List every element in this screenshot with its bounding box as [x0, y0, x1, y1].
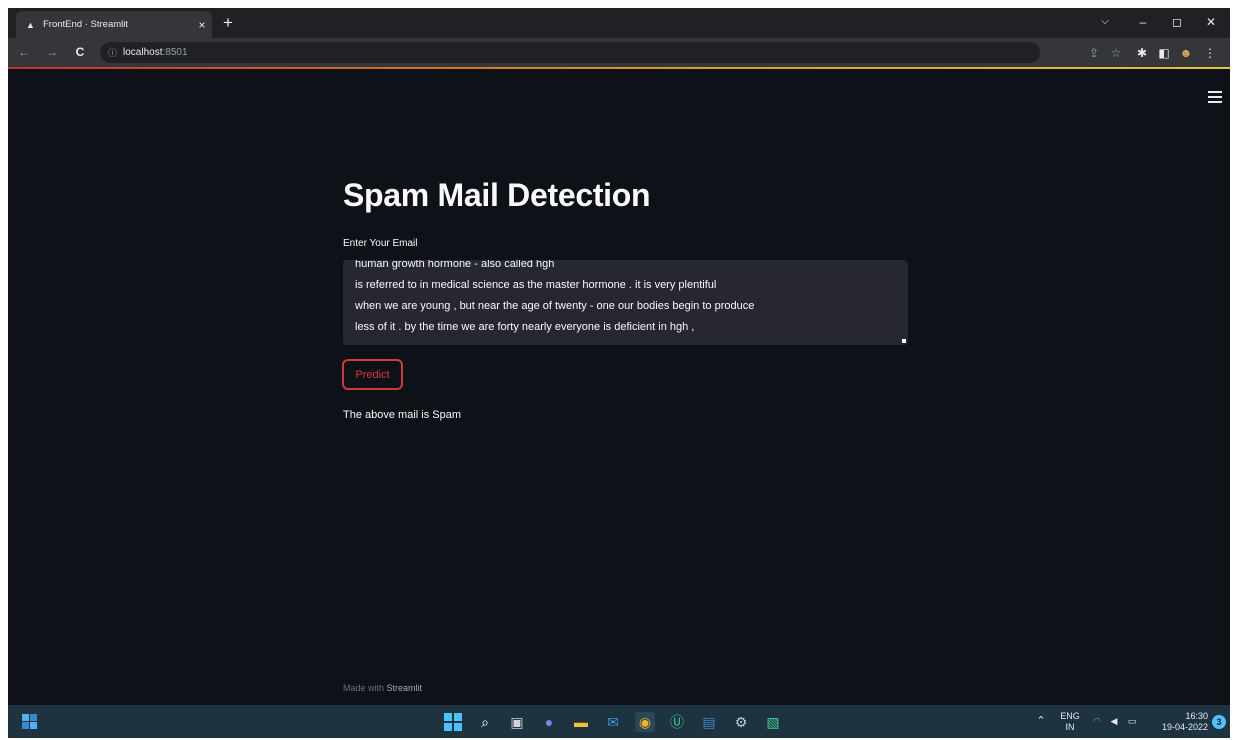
email-input-label: Enter Your Email	[343, 238, 418, 249]
minimize-button[interactable]: –	[1126, 8, 1160, 38]
wifi-icon[interactable]: ◠	[1090, 705, 1104, 738]
share-icon[interactable]: ⇪	[1086, 45, 1102, 61]
url-port: :8501	[162, 47, 188, 58]
close-window-button[interactable]: ✕	[1194, 8, 1228, 38]
clock-date: 19-04-2022	[1161, 721, 1208, 732]
reload-icon[interactable]: C	[70, 42, 90, 62]
pycharm-icon[interactable]: ▧	[763, 712, 783, 732]
site-info-icon[interactable]: ⓘ	[108, 46, 117, 59]
page-title: Spam Mail Detection	[343, 177, 651, 213]
upwork-icon[interactable]: Ⓤ	[667, 712, 687, 732]
search-icon[interactable]: ⌕	[475, 712, 495, 732]
screen: ▲ FrontEnd · Streamlit × + ⌵ – ◻ ✕ ← → C…	[8, 8, 1230, 738]
browser-tab[interactable]: ▲ FrontEnd · Streamlit ×	[16, 11, 212, 38]
url-host: localhost	[123, 47, 163, 58]
email-textarea[interactable]: human growth hormone - also called hgh i…	[343, 260, 908, 345]
browser-toolbar: ← → C ⓘ localhost:8501 ⇪ ☆ ✱ ◧ ☻ ⋮	[8, 38, 1230, 67]
address-bar[interactable]: ⓘ localhost:8501	[100, 42, 1040, 63]
windows-taskbar: ⌕ ▣ ● ▬ ✉ ◉ Ⓤ ▤ ⚙ ▧ ⌃ ENG IN ◠ ◀ ▭ 16:30…	[8, 705, 1230, 738]
tab-search-dropdown-icon[interactable]: ⌵	[1088, 8, 1122, 38]
footer: Made with Streamlit	[343, 683, 422, 693]
windows-start-icon[interactable]	[443, 712, 463, 732]
profile-avatar-icon[interactable]: ☻	[1178, 45, 1194, 61]
clock[interactable]: 16:30 19-04-2022	[1148, 705, 1208, 738]
settings-gear-icon[interactable]: ⚙	[731, 712, 751, 732]
new-tab-button[interactable]: +	[218, 13, 238, 33]
extensions-puzzle-icon[interactable]: ✱	[1134, 45, 1150, 61]
notification-badge[interactable]: 3	[1212, 715, 1226, 729]
browser-tab-bar: ▲ FrontEnd · Streamlit × + ⌵ – ◻ ✕	[8, 8, 1230, 38]
email-text-line: is referred to in medical science as the…	[355, 279, 717, 291]
language-indicator[interactable]: ENG IN	[1056, 705, 1084, 738]
predict-button[interactable]: Predict	[342, 359, 403, 390]
textarea-resize-handle[interactable]	[902, 339, 906, 343]
prediction-result: The above mail is Spam	[343, 409, 461, 421]
side-panel-icon[interactable]: ◧	[1156, 45, 1172, 61]
region-code: IN	[1065, 721, 1075, 732]
show-hidden-icons-chevron-icon[interactable]: ⌃	[1034, 705, 1048, 738]
footer-prefix: Made with	[343, 683, 387, 693]
tab-title: FrontEnd · Streamlit	[43, 19, 128, 30]
file-explorer-icon[interactable]: ▬	[571, 712, 591, 732]
volume-icon[interactable]: ◀	[1106, 705, 1122, 738]
bookmark-star-icon[interactable]: ☆	[1108, 45, 1124, 61]
language-code: ENG	[1060, 710, 1080, 721]
maximize-button[interactable]: ◻	[1160, 8, 1194, 38]
email-text-line: less of it . by the time we are forty ne…	[355, 321, 695, 333]
battery-icon[interactable]: ▭	[1124, 705, 1140, 738]
app-main: Spam Mail Detection Enter Your Email hum…	[8, 69, 1230, 705]
clock-time: 16:30	[1185, 710, 1208, 721]
streamlit-favicon-icon: ▲	[26, 19, 35, 30]
email-text-line: human growth hormone - also called hgh	[355, 260, 555, 270]
word-icon[interactable]: ▤	[699, 712, 719, 732]
teams-chat-icon[interactable]: ●	[539, 712, 559, 732]
back-arrow-icon[interactable]: ←	[14, 42, 34, 62]
tab-close-icon[interactable]: ×	[192, 18, 212, 32]
browser-menu-kebab-icon[interactable]: ⋮	[1202, 45, 1218, 61]
forward-arrow-icon[interactable]: →	[42, 42, 62, 62]
footer-streamlit-link[interactable]: Streamlit	[387, 683, 423, 693]
task-view-icon[interactable]: ▣	[507, 712, 527, 732]
hamburger-menu-icon[interactable]	[1208, 91, 1222, 106]
email-text-line: when we are young , but near the age of …	[355, 300, 755, 312]
mail-icon[interactable]: ✉	[603, 712, 623, 732]
widgets-icon[interactable]	[22, 714, 37, 729]
chrome-icon[interactable]: ◉	[635, 712, 655, 732]
